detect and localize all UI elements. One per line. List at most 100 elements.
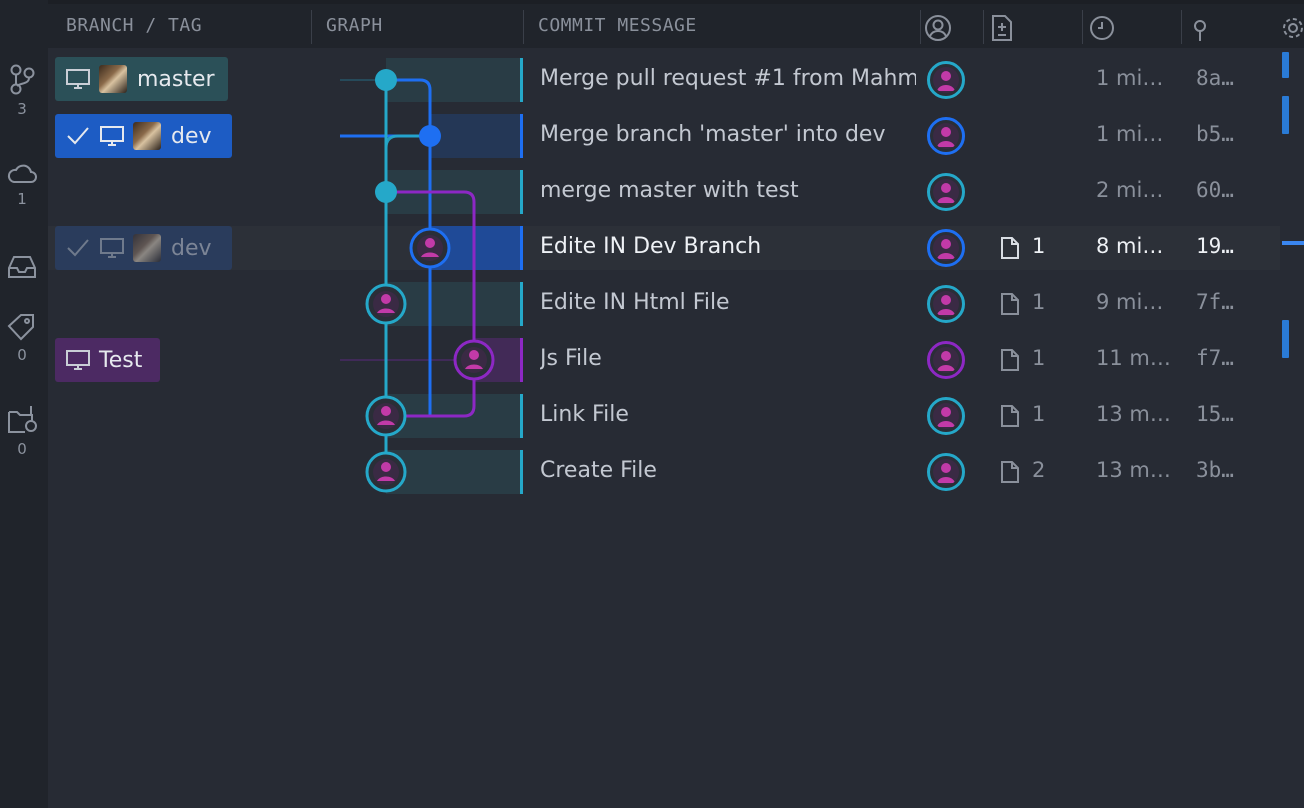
commit-date: 9 mi… [1096,290,1164,314]
commit-sha: 19… [1196,234,1234,258]
commit-sha: f7… [1196,346,1234,370]
avatar [99,65,127,93]
scroll-marker [1282,320,1289,358]
commit-row[interactable]: Merge branch 'master' into dev 1 mi… b5… [520,114,1280,158]
commit-sha: 3b… [1196,458,1234,482]
author-avatar [927,229,965,267]
commit-row[interactable]: merge master with test 2 mi… 60… [520,170,1280,214]
commit-date: 11 m… [1096,346,1171,370]
files-changed-count: 1 [1032,346,1046,370]
branch-label-dev[interactable]: dev [55,114,232,158]
row-lane-bar [520,450,523,494]
commit-message: Create File [540,458,657,483]
tag-icon [7,314,34,341]
column-divider[interactable] [1181,10,1182,44]
file-icon [1000,404,1020,433]
commit-message: Merge branch 'master' into dev [540,122,886,147]
row-lane-bar [520,394,523,438]
commit-sha: 15… [1196,402,1234,426]
monitor-icon [99,125,125,147]
commit-node[interactable] [453,339,495,381]
commit-row[interactable]: Edite IN Dev Branch 1 8 mi… 19… [520,226,1280,270]
column-divider[interactable] [311,10,312,44]
commit-icon[interactable] [1190,14,1210,46]
row-lane-bar [520,282,523,326]
branches-section[interactable]: 3 [0,62,44,118]
column-divider[interactable] [1082,10,1083,44]
branch-label-master[interactable]: master [55,57,228,101]
commit-message: Link File [540,402,629,427]
commit-date: 13 m… [1096,458,1171,482]
row-lane-bar [520,114,523,158]
commit-node[interactable] [409,227,451,269]
worktrees-section[interactable]: 0 [0,404,44,458]
branch-name: dev [171,123,212,149]
commit-sha: 60… [1196,178,1234,202]
scroll-marker [1282,96,1289,134]
scroll-marker [1282,52,1289,78]
commit-dot[interactable] [375,69,397,91]
row-lane-bar [520,58,523,102]
commit-message: Edite IN Html File [540,290,730,315]
files-changed-count: 1 [1032,402,1046,426]
commit-row[interactable]: Create File 2 13 m… 3b… [520,450,1280,494]
branch-label-dev-ghost[interactable]: dev [55,226,232,270]
file-changes-icon[interactable] [990,14,1014,46]
column-commit-message[interactable]: COMMIT MESSAGE [538,15,697,36]
branch-name: Test [99,347,143,373]
commit-sha: 8a… [1196,66,1234,90]
commit-dot[interactable] [419,125,441,147]
cloud-icon [7,164,37,183]
branch-label-test[interactable]: Test [55,338,160,382]
graph-row-fills [386,58,520,494]
author-avatar [927,453,965,491]
commit-graph [340,58,520,494]
activity-bar: 3 1 0 0 [0,0,48,808]
gear-icon[interactable] [1280,14,1304,46]
commit-message: Edite IN Dev Branch [540,234,762,259]
graph-header: BRANCH / TAG GRAPH COMMIT MESSAGE [48,4,1304,48]
commit-sha: b5… [1196,122,1234,146]
column-divider[interactable] [920,10,921,44]
commit-row[interactable]: Js File 1 11 m… f7… [520,338,1280,382]
tags-section[interactable]: 0 [0,312,44,364]
commit-row[interactable]: Link File 1 13 m… 15… [520,394,1280,438]
commit-row[interactable]: Merge pull request #1 from Mahm 1 mi… 8a… [520,58,1280,102]
monitor-icon [99,237,125,259]
branches-count: 3 [17,100,27,118]
clock-icon[interactable] [1089,14,1115,46]
column-divider[interactable] [983,10,984,44]
commit-message: Merge pull request #1 from Mahm [540,66,916,91]
commit-sha: 7f… [1196,290,1234,314]
branch-icon [10,64,35,95]
remotes-count: 1 [17,190,27,208]
files-changed-count: 1 [1032,290,1046,314]
row-lane-bar [520,170,523,214]
tags-count: 0 [17,346,27,364]
commit-dot[interactable] [375,181,397,203]
stashes-section[interactable] [0,254,44,280]
commit-date: 13 m… [1096,402,1171,426]
commit-node[interactable] [365,395,407,437]
row-lane-bar [520,338,523,382]
author-avatar [927,61,965,99]
check-icon [65,125,91,147]
author-icon[interactable] [924,14,952,46]
check-icon [65,237,91,259]
author-avatar [927,117,965,155]
commit-node[interactable] [365,451,407,493]
column-graph[interactable]: GRAPH [326,15,383,36]
commit-node[interactable] [365,283,407,325]
column-divider[interactable] [523,10,524,44]
commit-date: 2 mi… [1096,178,1164,202]
commit-row[interactable]: Edite IN Html File 1 9 mi… 7f… [520,282,1280,326]
avatar [133,122,161,150]
remotes-section[interactable]: 1 [0,160,44,208]
scroll-position-indicator[interactable] [1282,241,1304,245]
file-icon [1000,292,1020,321]
author-avatar [927,285,965,323]
column-branch-tag[interactable]: BRANCH / TAG [66,15,202,36]
worktree-icon [8,406,37,433]
author-avatar [927,173,965,211]
file-icon [1000,348,1020,377]
